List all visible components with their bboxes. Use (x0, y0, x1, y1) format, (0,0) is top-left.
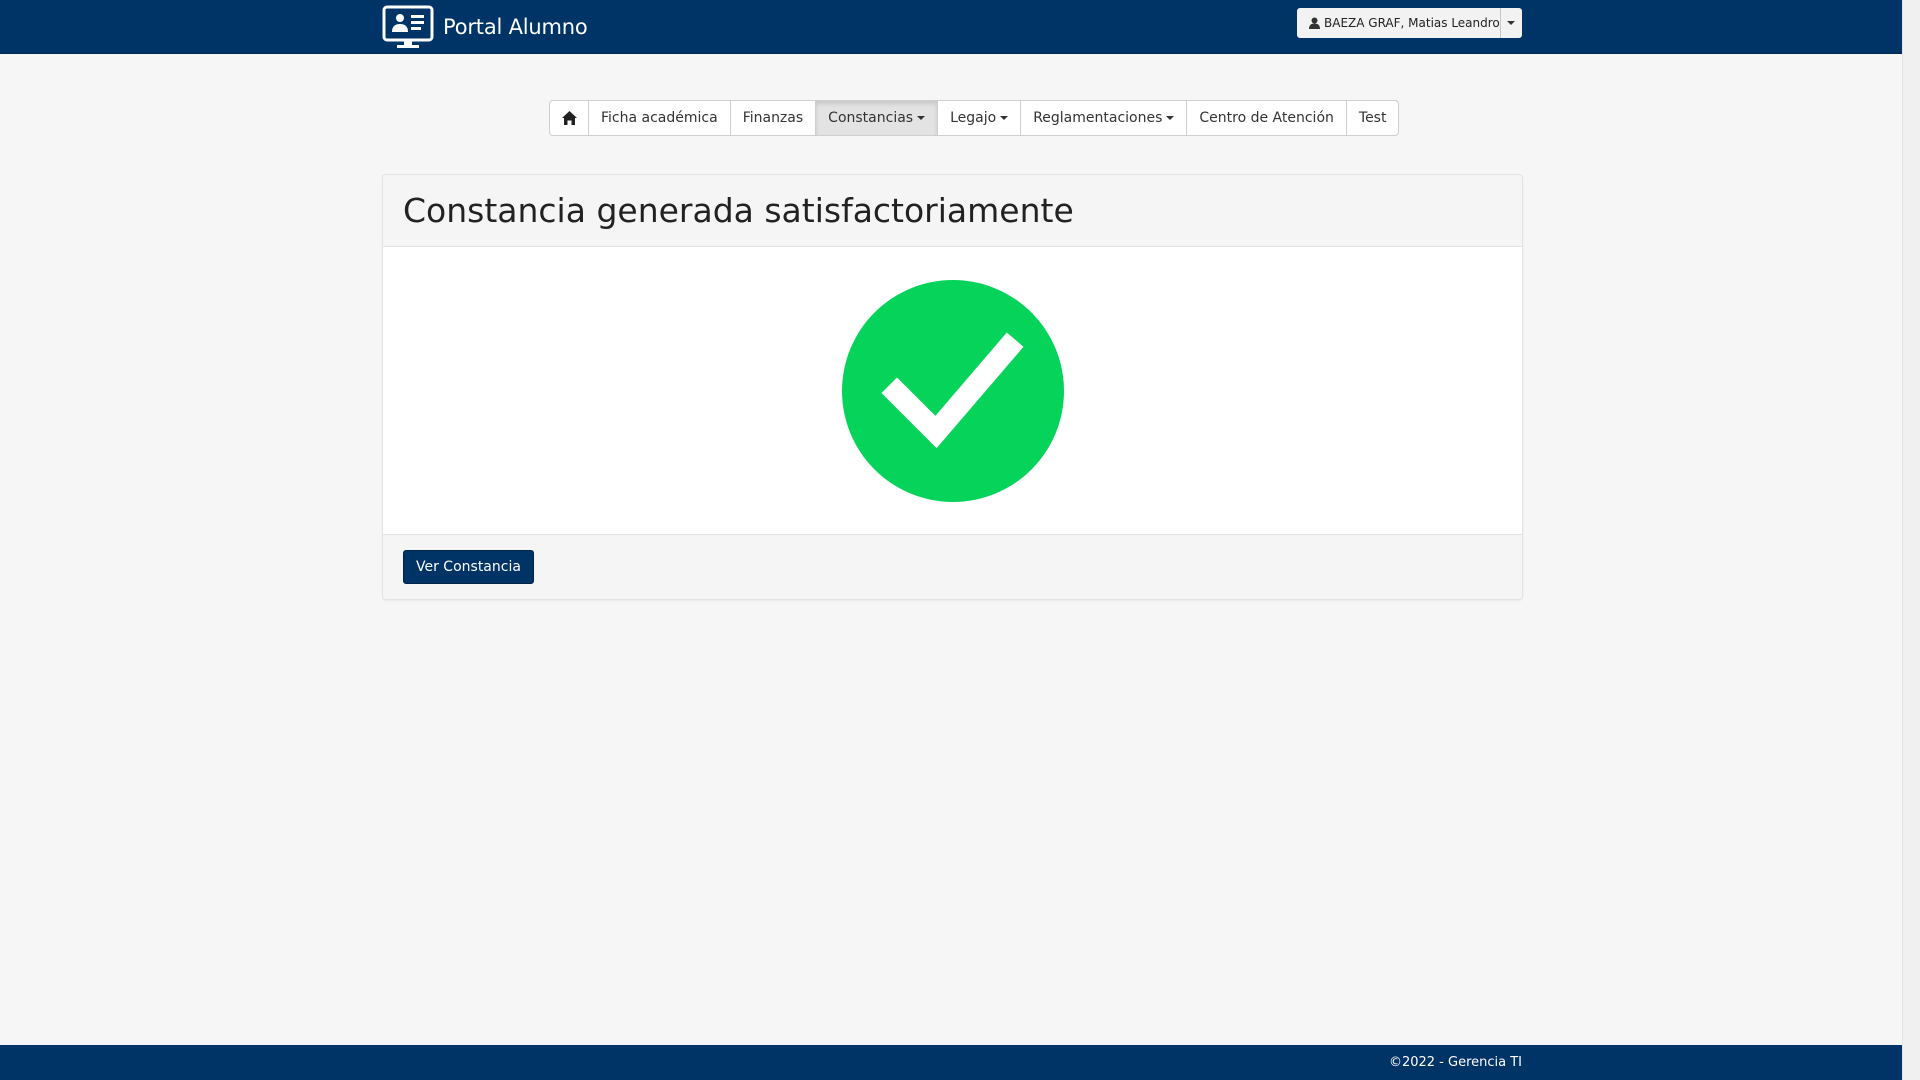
nav-test[interactable]: Test (1345, 101, 1399, 135)
user-name: BAEZA GRAF, Matias Leandro (1324, 16, 1500, 30)
nav-centro-de-atencion[interactable]: Centro de Atención (1186, 101, 1346, 135)
panel-body (383, 247, 1522, 534)
main-nav: Ficha académica Finanzas Constancias Leg… (549, 100, 1400, 136)
caret-down-icon (1000, 116, 1009, 120)
nav-item-label: Ficha académica (601, 110, 718, 126)
nav-item-label: Constancias (828, 110, 914, 126)
vertical-scrollbar[interactable] (1902, 0, 1920, 1080)
nav-finanzas[interactable]: Finanzas (729, 101, 815, 135)
user-menu-toggle[interactable] (1500, 8, 1522, 38)
panel-footer: Ver Constancia (383, 534, 1522, 599)
caret-down-icon (917, 116, 926, 120)
panel-header: Constancia generada satisfactoriamente (383, 175, 1522, 247)
caret-down-icon (1166, 116, 1175, 120)
nav-item-label: Centro de Atención (1199, 110, 1334, 126)
brand[interactable]: Portal Alumno (382, 5, 588, 48)
nav-legajo[interactable]: Legajo (937, 101, 1020, 135)
nav-reglamentaciones[interactable]: Reglamentaciones (1020, 101, 1186, 135)
monitor-user-card-icon (382, 5, 434, 48)
success-panel: Constancia generada satisfactoriamente V… (382, 174, 1523, 600)
nav-ficha-academica[interactable]: Ficha académica (588, 101, 730, 135)
page-title: Constancia generada satisfactoriamente (403, 191, 1074, 230)
brand-title: Portal Alumno (443, 15, 588, 39)
user-icon (1309, 17, 1320, 29)
nav-item-label: Test (1358, 110, 1387, 126)
caret-down-icon (1507, 21, 1516, 25)
footer-copyright: ©2022 - Gerencia TI (1388, 1055, 1522, 1070)
user-menu: BAEZA GRAF, Matias Leandro (1297, 8, 1522, 38)
page-footer: ©2022 - Gerencia TI (0, 1045, 1902, 1080)
nav-item-label: Finanzas (742, 110, 804, 126)
home-icon (561, 111, 577, 125)
top-navbar: Portal Alumno BAEZA GRAF, Matias Leandro (0, 0, 1902, 54)
nav-constancias[interactable]: Constancias (815, 101, 938, 135)
nav-home[interactable] (550, 101, 588, 135)
check-circle-icon (841, 279, 1064, 502)
nav-item-label: Legajo (950, 110, 997, 126)
user-menu-button[interactable]: BAEZA GRAF, Matias Leandro (1297, 8, 1501, 38)
ver-constancia-button[interactable]: Ver Constancia (403, 550, 534, 584)
nav-item-label: Reglamentaciones (1033, 110, 1163, 126)
